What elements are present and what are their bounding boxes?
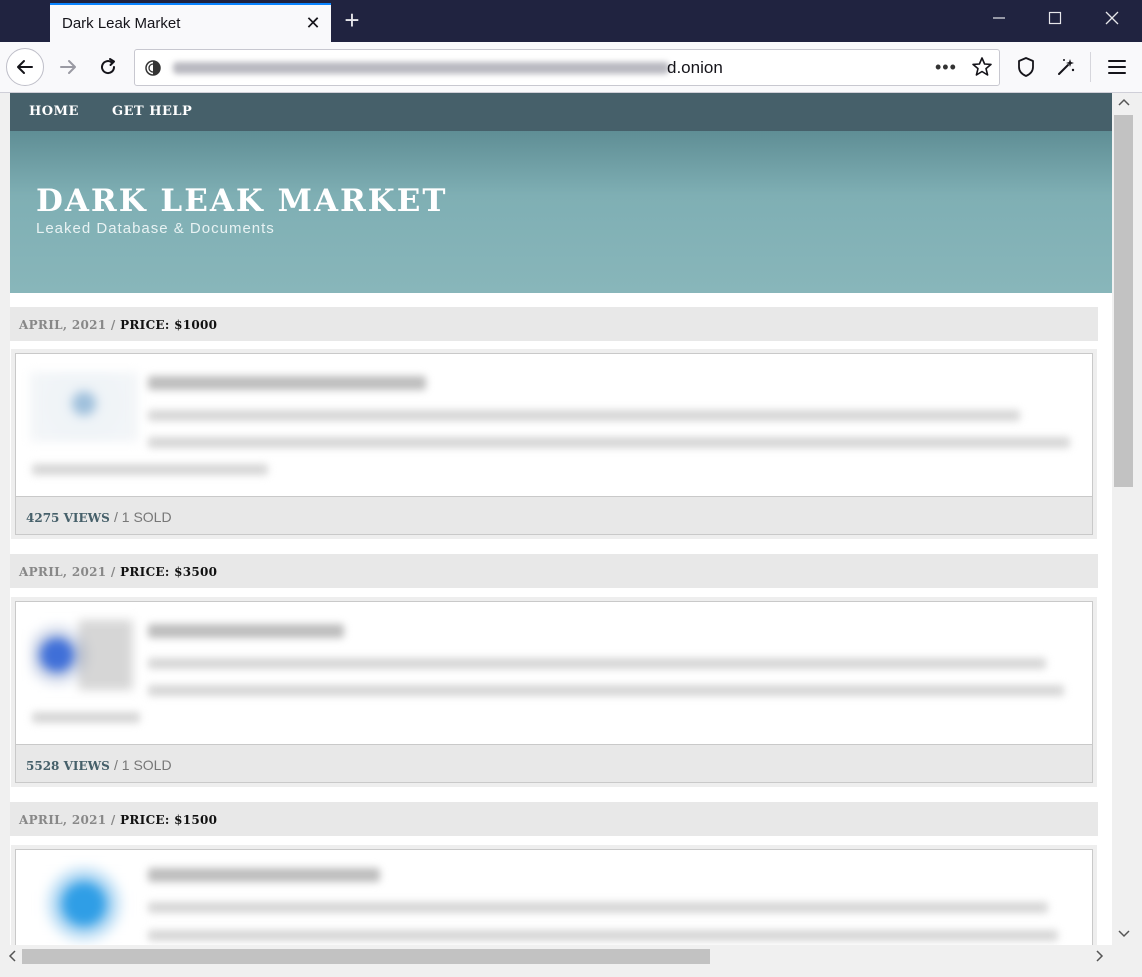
post-date: APRIL, 2021 / <box>19 813 116 827</box>
horizontal-scroll-thumb[interactable] <box>22 949 710 964</box>
post-price: PRICE: $1000 <box>120 318 218 332</box>
post-body <box>16 354 1092 496</box>
post-text-redacted <box>148 902 1048 913</box>
post-header: APRIL, 2021 / PRICE: $3500 <box>10 554 1098 588</box>
address-bar[interactable]: d.onion ••• <box>134 49 1000 86</box>
post-thumbnail <box>30 864 138 944</box>
toolbar-divider <box>1090 52 1091 82</box>
arrow-left-icon <box>17 60 33 74</box>
nav-home-link[interactable]: HOME <box>29 104 79 119</box>
site-subtitle: Leaked Database & Documents <box>36 220 275 237</box>
close-window-button[interactable] <box>1099 8 1125 34</box>
post-sold: / 1 SOLD <box>113 509 172 525</box>
post-header: APRIL, 2021 / PRICE: $1000 <box>10 307 1098 341</box>
site-header: DARK LEAK MARKET Leaked Database & Docum… <box>10 131 1112 293</box>
site-nav: HOME GET HELP <box>10 93 1112 131</box>
tab-title: Dark Leak Market <box>62 15 181 32</box>
url-redacted <box>173 62 669 74</box>
post-stats: 4275 VIEWS / 1 SOLD <box>26 509 172 525</box>
reload-button[interactable] <box>90 49 126 85</box>
minimize-window-button[interactable] <box>986 8 1012 34</box>
post-views: 5528 VIEWS <box>26 759 110 773</box>
scroll-right-icon[interactable] <box>1090 950 1110 965</box>
back-button[interactable] <box>6 48 44 86</box>
post-price: PRICE: $3500 <box>120 565 218 579</box>
post-text-redacted <box>148 658 1046 669</box>
vertical-scroll-thumb[interactable] <box>1114 115 1133 487</box>
post-date: APRIL, 2021 / <box>19 565 116 579</box>
scroll-left-icon[interactable] <box>2 950 22 965</box>
page-actions-icon[interactable]: ••• <box>935 57 957 78</box>
post-text-redacted <box>148 930 1058 941</box>
close-tab-icon[interactable]: ✕ <box>303 13 323 33</box>
magic-wand-button[interactable] <box>1049 50 1083 84</box>
url-text: d.onion <box>667 58 723 77</box>
forward-button[interactable] <box>50 49 86 85</box>
post-card[interactable]: 4275 VIEWS / 1 SOLD <box>15 353 1093 535</box>
post-views: 4275 VIEWS <box>26 511 110 525</box>
post-body <box>16 602 1092 744</box>
horizontal-scrollbar[interactable] <box>0 945 1112 968</box>
magic-wand-icon <box>1058 59 1075 75</box>
post-header: APRIL, 2021 / PRICE: $1500 <box>10 802 1098 836</box>
post-text-redacted <box>32 712 140 723</box>
onion-site-icon[interactable] <box>145 60 161 81</box>
post-footer: 4275 VIEWS / 1 SOLD <box>16 496 1092 534</box>
post-text-redacted <box>148 685 1064 696</box>
browser-tab[interactable]: Dark Leak Market ✕ <box>50 3 331 42</box>
scroll-up-icon[interactable] <box>1114 96 1134 110</box>
web-page: HOME GET HELP DARK LEAK MARKET Leaked Da… <box>10 93 1112 945</box>
reload-icon <box>101 58 116 75</box>
arrow-right-icon <box>60 60 76 74</box>
new-tab-button[interactable]: + <box>338 6 366 34</box>
menu-button[interactable] <box>1100 50 1134 84</box>
post-text-redacted <box>148 410 1020 421</box>
star-icon[interactable] <box>971 56 993 83</box>
vertical-scrollbar[interactable] <box>1112 93 1135 945</box>
browser-toolbar: d.onion ••• <box>0 42 1142 93</box>
post-price: PRICE: $1500 <box>120 813 218 827</box>
post-text-redacted <box>32 464 268 475</box>
post-card[interactable] <box>15 849 1093 945</box>
post-sold: / 1 SOLD <box>113 757 172 773</box>
post-thumbnail <box>30 620 138 690</box>
post-date-price: APRIL, 2021 / PRICE: $1500 <box>19 813 217 827</box>
post-date: APRIL, 2021 / <box>19 318 116 332</box>
shield-button[interactable] <box>1009 50 1043 84</box>
page-viewport: HOME GET HELP DARK LEAK MARKET Leaked Da… <box>0 93 1142 977</box>
hamburger-menu-icon <box>1108 60 1126 74</box>
shield-icon <box>1018 57 1034 77</box>
post-date-price: APRIL, 2021 / PRICE: $3500 <box>19 565 217 579</box>
nav-get-help-link[interactable]: GET HELP <box>112 104 192 119</box>
post-thumbnail <box>30 372 138 442</box>
post-footer: 5528 VIEWS / 1 SOLD <box>16 744 1092 782</box>
maximize-window-button[interactable] <box>1042 8 1068 34</box>
browser-titlebar: Dark Leak Market ✕ + <box>0 0 1142 42</box>
post-title-redacted <box>148 868 380 882</box>
post-text-redacted <box>148 437 1070 448</box>
post-card[interactable]: 5528 VIEWS / 1 SOLD <box>15 601 1093 783</box>
post-date-price: APRIL, 2021 / PRICE: $1000 <box>19 318 217 332</box>
post-body <box>16 850 1092 945</box>
post-title-redacted <box>148 624 344 638</box>
scroll-down-icon[interactable] <box>1114 928 1134 942</box>
post-stats: 5528 VIEWS / 1 SOLD <box>26 757 172 773</box>
post-title-redacted <box>148 376 426 390</box>
site-title: DARK LEAK MARKET <box>36 183 448 219</box>
